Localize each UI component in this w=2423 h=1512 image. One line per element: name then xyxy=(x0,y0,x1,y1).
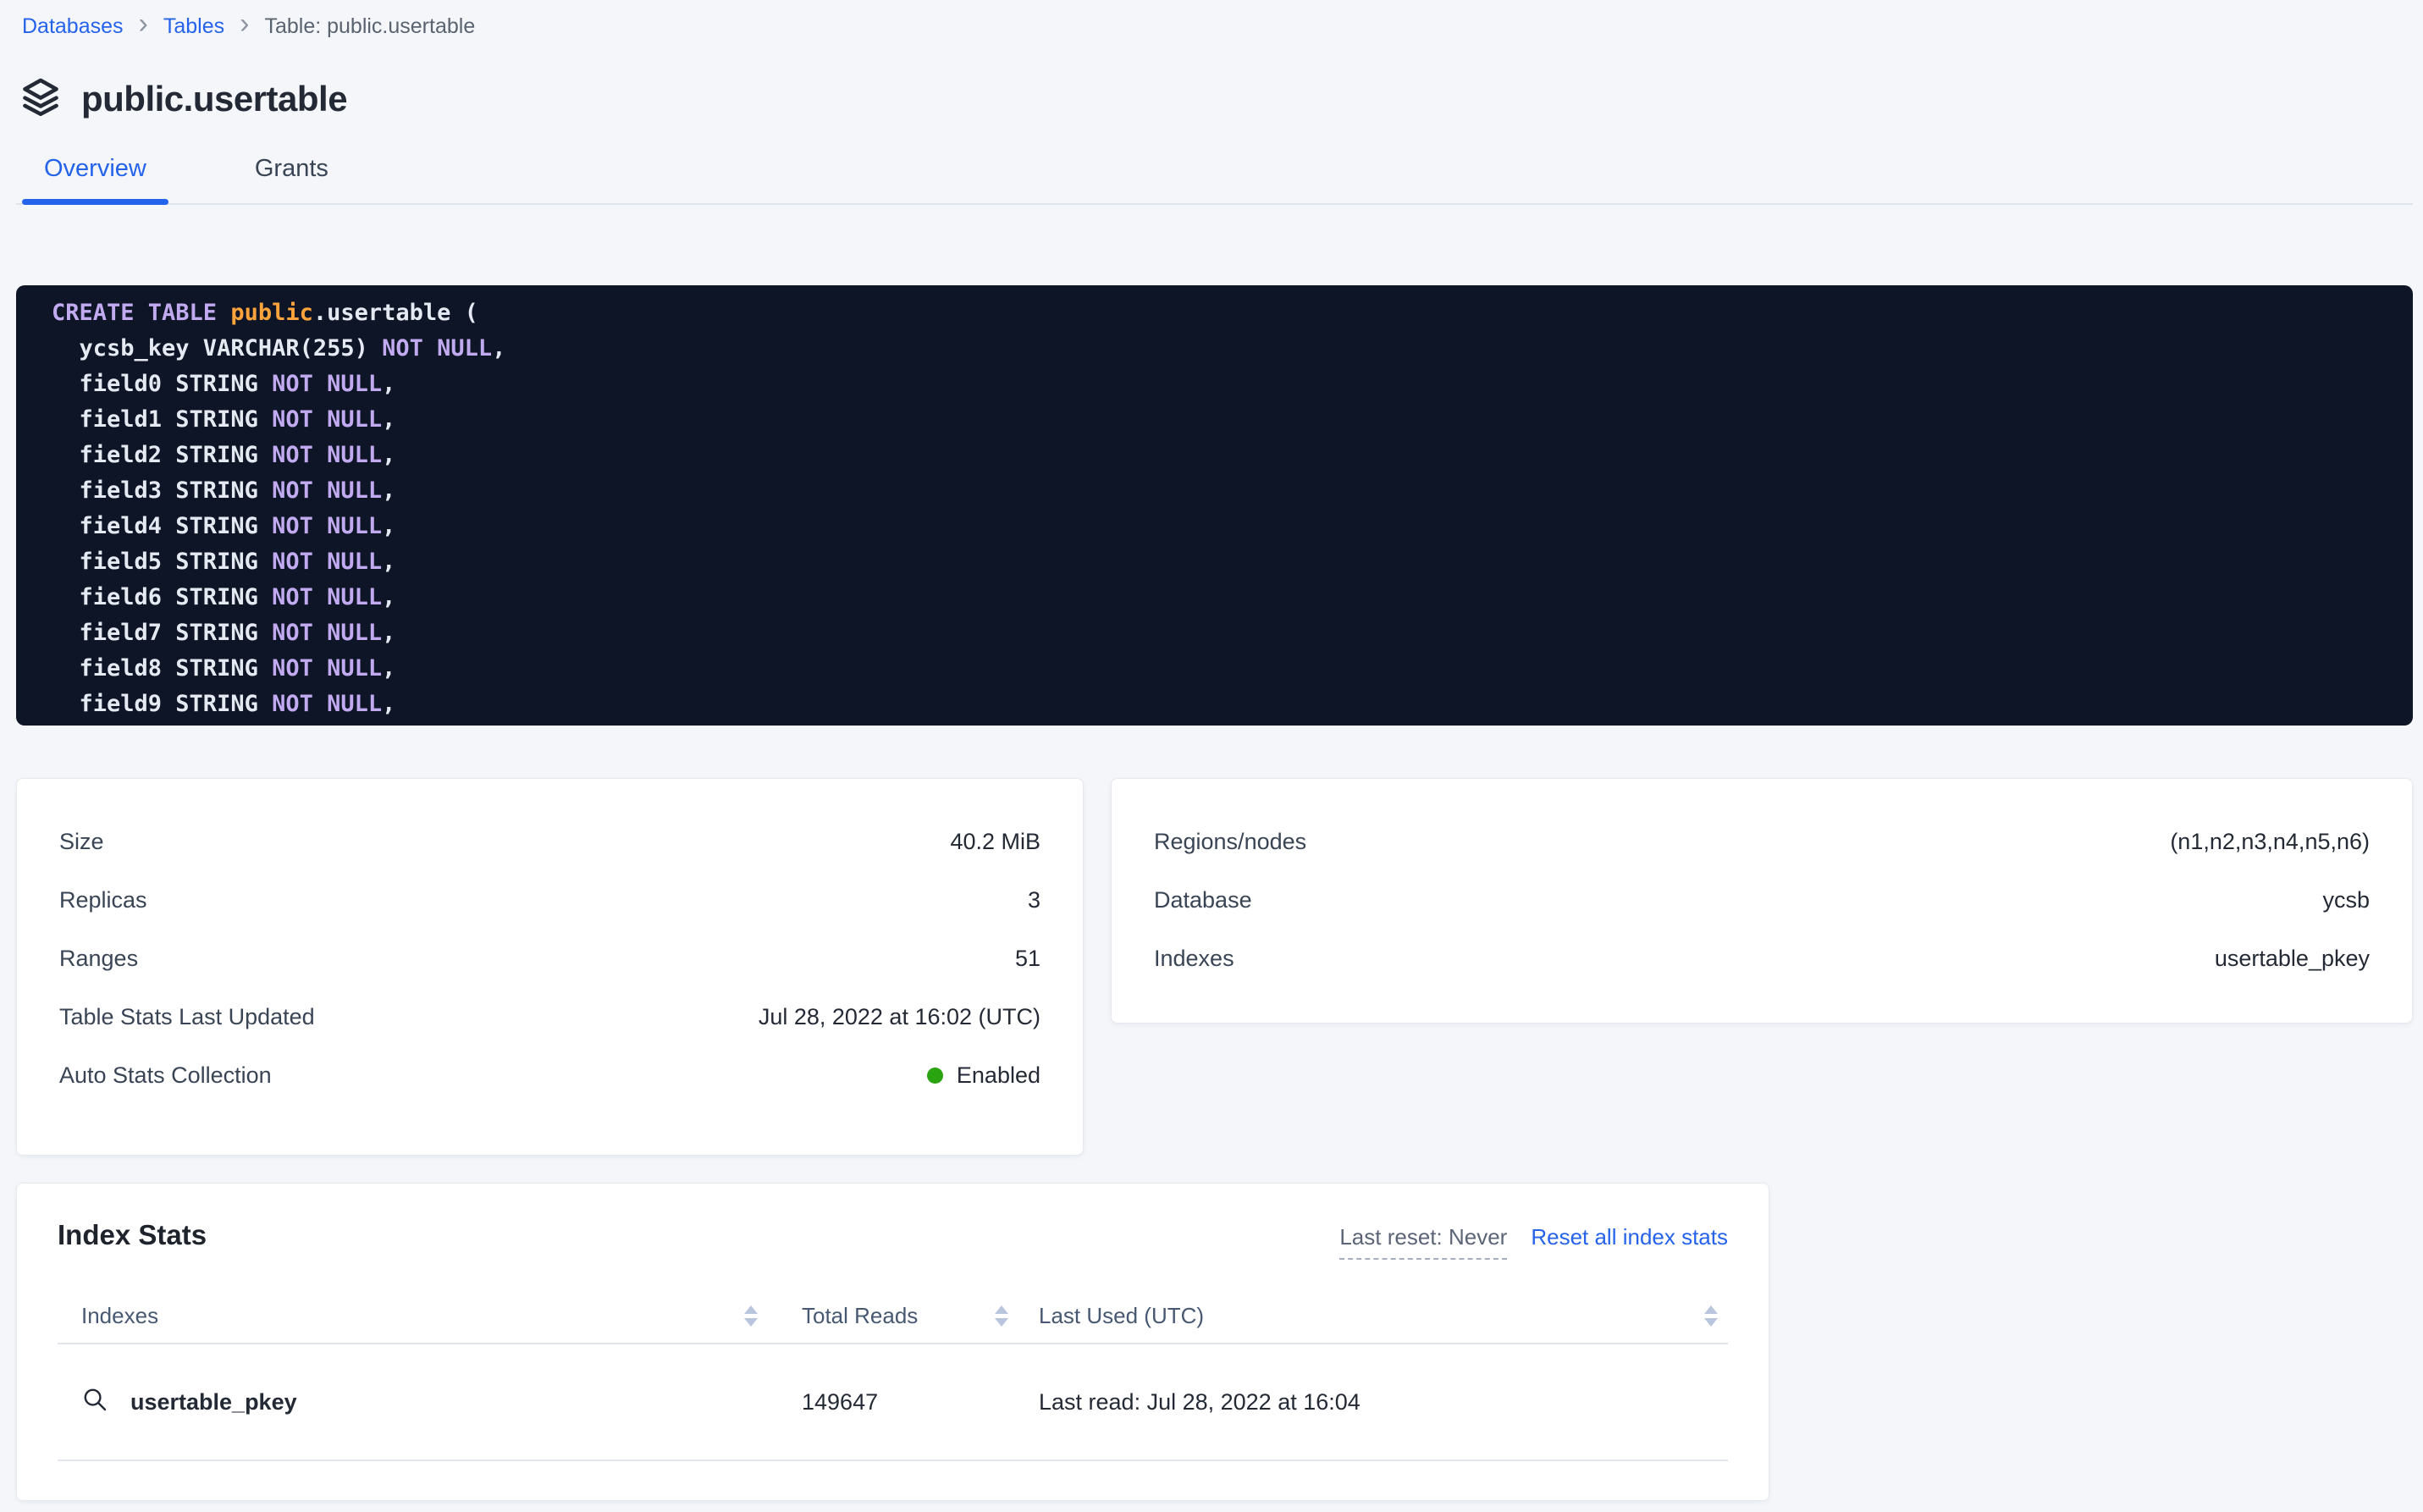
index-stats-card: Index Stats Last reset: Never Reset all … xyxy=(16,1183,1769,1501)
stat-value: 3 xyxy=(1028,887,1040,913)
status-dot-green xyxy=(927,1068,943,1084)
stat-value: (n1,n2,n3,n4,n5,n6) xyxy=(2170,829,2370,855)
sort-icon[interactable] xyxy=(995,1305,1008,1327)
last-used-cell: Last read: Jul 28, 2022 at 16:04 xyxy=(1008,1389,1728,1415)
page-title: public.usertable xyxy=(81,79,347,119)
table-stats-card: Size 40.2 MiB Replicas 3 Ranges 51 Table… xyxy=(16,778,1084,1156)
stat-label: Auto Stats Collection xyxy=(59,1062,272,1089)
table-details-page: Databases › Tables › Table: public.usert… xyxy=(0,0,2423,1501)
stat-value: Jul 28, 2022 at 16:02 (UTC) xyxy=(759,1004,1040,1030)
create-table-statement[interactable]: CREATE TABLE public.usertable ( ycsb_key… xyxy=(16,285,2413,726)
chevron-right-icon: › xyxy=(139,14,148,39)
stat-row-auto-stats: Auto Stats Collection Enabled xyxy=(59,1046,1040,1105)
sort-icon[interactable] xyxy=(1704,1305,1718,1327)
index-stats-header: Index Stats Last reset: Never Reset all … xyxy=(58,1219,1728,1260)
column-label: Total Reads xyxy=(802,1303,918,1329)
stat-label: Replicas xyxy=(59,887,147,913)
tabs-bar: Overview Grants xyxy=(16,155,2413,205)
breadcrumb-current: Table: public.usertable xyxy=(264,14,475,39)
breadcrumb-link-databases[interactable]: Databases xyxy=(22,14,124,39)
stat-label: Size xyxy=(59,829,104,855)
index-name-cell: usertable_pkey xyxy=(58,1386,771,1419)
stat-label: Table Stats Last Updated xyxy=(59,1004,315,1030)
layers-icon xyxy=(20,76,61,121)
stat-row-indexes: Indexes usertable_pkey xyxy=(1154,930,2370,988)
stat-value: 40.2 MiB xyxy=(950,829,1040,855)
breadcrumb-link-tables[interactable]: Tables xyxy=(163,14,224,39)
table-header-row: Indexes Total Reads Last Used (UTC) xyxy=(58,1289,1728,1344)
index-stats-controls: Last reset: Never Reset all index stats xyxy=(1339,1224,1728,1260)
stat-value: 51 xyxy=(1015,946,1040,972)
index-name: usertable_pkey xyxy=(130,1389,297,1415)
status-text: Enabled xyxy=(957,1062,1040,1089)
tab-grants[interactable]: Grants xyxy=(233,155,350,203)
column-header-last-used[interactable]: Last Used (UTC) xyxy=(1008,1289,1728,1343)
last-reset-label[interactable]: Last reset: Never xyxy=(1339,1224,1507,1260)
sort-icon[interactable] xyxy=(744,1305,758,1327)
column-header-indexes[interactable]: Indexes xyxy=(58,1289,771,1343)
overview-cards: Size 40.2 MiB Replicas 3 Ranges 51 Table… xyxy=(16,778,2423,1156)
chevron-right-icon: › xyxy=(240,14,249,39)
stat-label: Ranges xyxy=(59,946,138,972)
stat-row-stats-updated: Table Stats Last Updated Jul 28, 2022 at… xyxy=(59,988,1040,1046)
total-reads-cell: 149647 xyxy=(771,1389,1008,1415)
table-topology-card: Regions/nodes (n1,n2,n3,n4,n5,n6) Databa… xyxy=(1111,778,2413,1024)
column-header-total-reads[interactable]: Total Reads xyxy=(771,1289,1008,1343)
table-row: usertable_pkey 149647 Last read: Jul 28,… xyxy=(58,1344,1728,1461)
stat-value: Enabled xyxy=(927,1062,1040,1089)
index-stats-title: Index Stats xyxy=(58,1219,207,1251)
stat-row-replicas: Replicas 3 xyxy=(59,871,1040,930)
stat-row-database: Database ycsb xyxy=(1154,871,2370,930)
index-stats-table: Indexes Total Reads Last Used (UTC) xyxy=(58,1289,1728,1461)
column-label: Last Used (UTC) xyxy=(1039,1303,1204,1329)
stat-label: Regions/nodes xyxy=(1154,829,1306,855)
breadcrumb: Databases › Tables › Table: public.usert… xyxy=(0,0,2423,39)
stat-label: Indexes xyxy=(1154,946,1234,972)
stat-label: Database xyxy=(1154,887,1252,913)
stat-value: usertable_pkey xyxy=(2215,946,2370,972)
stat-row-size: Size 40.2 MiB xyxy=(59,813,1040,871)
column-label: Indexes xyxy=(81,1303,158,1329)
page-header: public.usertable xyxy=(20,76,2423,121)
stat-row-regions: Regions/nodes (n1,n2,n3,n4,n5,n6) xyxy=(1154,813,2370,871)
sql-code: CREATE TABLE public.usertable ( ycsb_key… xyxy=(52,295,2413,722)
tab-overview[interactable]: Overview xyxy=(22,155,168,203)
search-icon xyxy=(81,1386,108,1419)
stat-row-ranges: Ranges 51 xyxy=(59,930,1040,988)
stat-value: ycsb xyxy=(2322,887,2370,913)
reset-index-stats-link[interactable]: Reset all index stats xyxy=(1531,1224,1728,1250)
